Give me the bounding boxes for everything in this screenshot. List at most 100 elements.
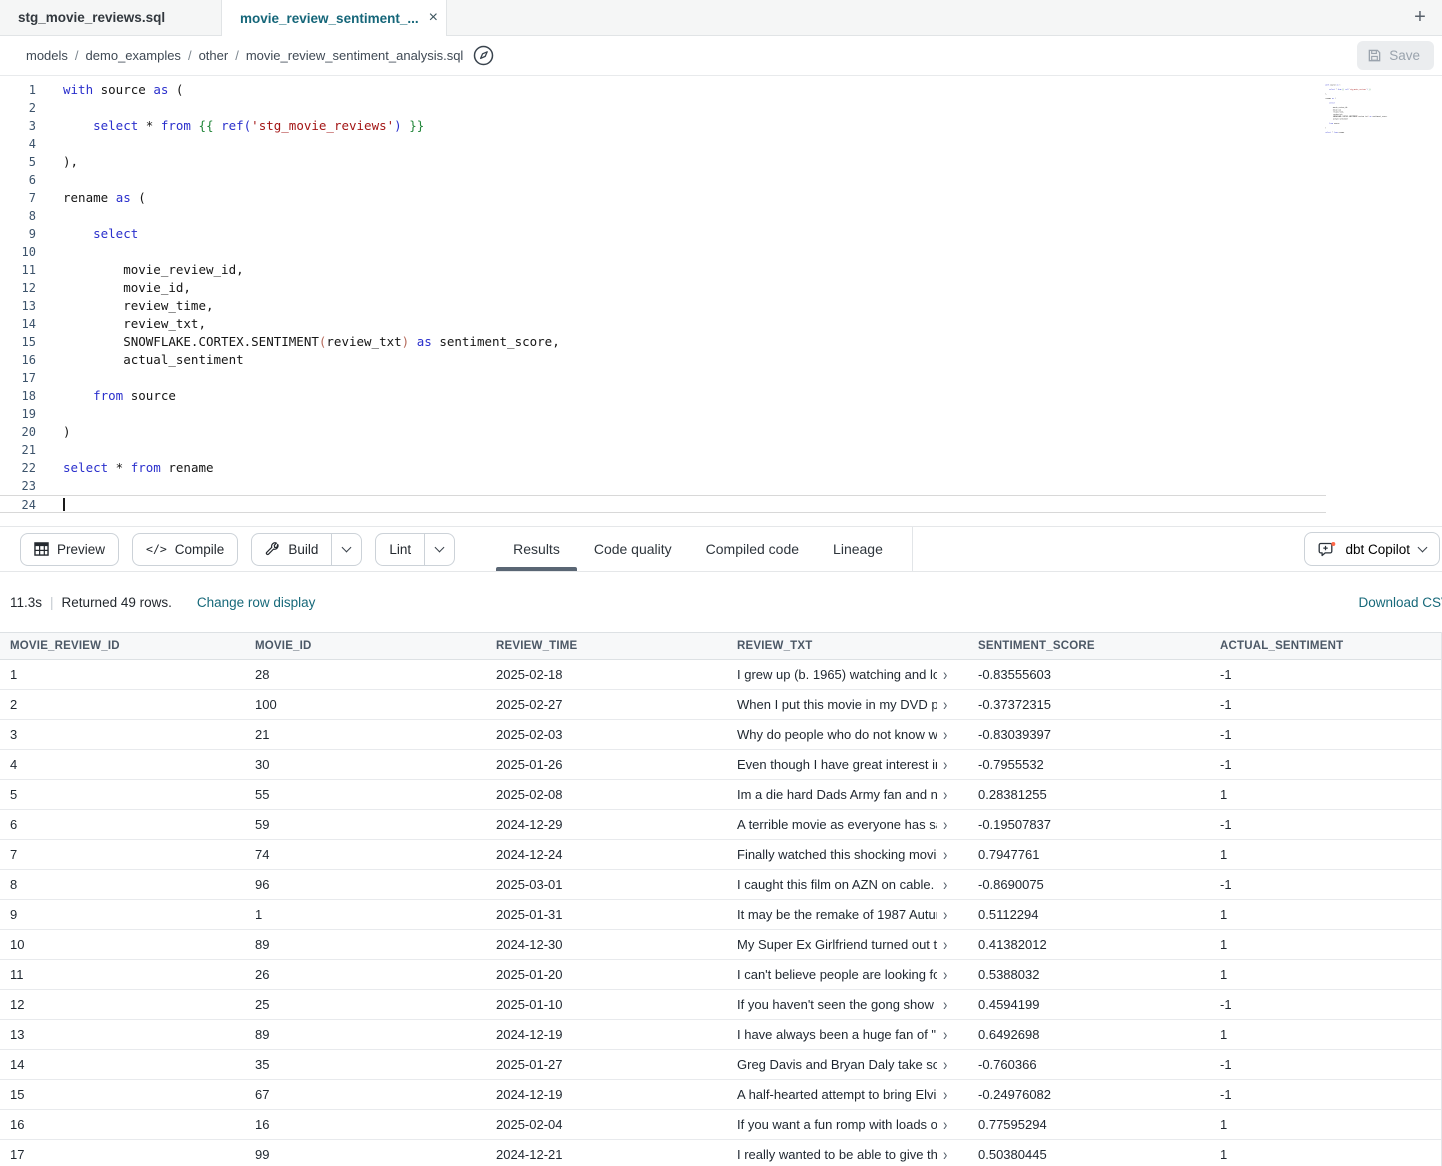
column-header[interactable]: REVIEW_TXT xyxy=(727,640,968,652)
table-cell: 6 xyxy=(0,817,245,832)
line-number: 9 xyxy=(0,225,36,243)
expand-cell-icon[interactable]: › xyxy=(943,787,947,802)
table-cell: 21 xyxy=(245,727,486,742)
table-cell: 2024-12-19 xyxy=(486,1087,727,1102)
file-tab-movie-review-sentiment[interactable]: movie_review_sentiment_... × xyxy=(222,0,447,36)
table-cell: 0.5388032 xyxy=(968,967,1210,982)
review-txt-cell: I caught this film on AZN on cable. It s… xyxy=(727,877,968,892)
line-number: 1 xyxy=(0,81,36,99)
table-cell: -1 xyxy=(1210,727,1441,742)
download-csv-link[interactable]: Download CSV xyxy=(1358,595,1442,610)
line-number: 13 xyxy=(0,297,36,315)
copilot-compass-icon[interactable] xyxy=(473,45,494,66)
code-line: 3 select * from {{ ref('stg_movie_review… xyxy=(0,117,1442,135)
lint-button[interactable]: Lint xyxy=(375,533,455,566)
build-button[interactable]: Build xyxy=(251,533,362,566)
table-cell: 2025-02-27 xyxy=(486,697,727,712)
tab-compiled-code[interactable]: Compiled code xyxy=(689,527,816,571)
code-line: 15 SNOWFLAKE.CORTEX.SENTIMENT(review_txt… xyxy=(0,333,1442,351)
table-cell: -0.7955532 xyxy=(968,757,1210,772)
expand-cell-icon[interactable]: › xyxy=(943,1117,947,1132)
table-cell: 2025-01-10 xyxy=(486,997,727,1012)
table-cell: 16 xyxy=(0,1117,245,1132)
expand-cell-icon[interactable]: › xyxy=(943,847,947,862)
new-tab-button[interactable]: + xyxy=(1398,0,1442,35)
code-line: 9 select xyxy=(0,225,1442,243)
table-cell: 8 xyxy=(0,877,245,892)
expand-cell-icon[interactable]: › xyxy=(943,1087,947,1102)
review-txt-cell: Finally watched this shocking movie la..… xyxy=(727,847,968,862)
expand-cell-icon[interactable]: › xyxy=(943,967,947,982)
query-duration: 11.3s xyxy=(10,595,42,610)
tab-results[interactable]: Results xyxy=(496,527,577,571)
review-txt-cell: I really wanted to be able to give this … xyxy=(727,1147,968,1162)
change-row-display-link[interactable]: Change row display xyxy=(197,595,316,610)
table-row: 17992024-12-21I really wanted to be able… xyxy=(0,1140,1441,1166)
expand-cell-icon[interactable]: › xyxy=(943,727,947,742)
expand-cell-icon[interactable]: › xyxy=(943,757,947,772)
line-number: 19 xyxy=(0,405,36,423)
table-cell: 2025-01-20 xyxy=(486,967,727,982)
expand-cell-icon[interactable]: › xyxy=(943,997,947,1012)
code-line: 5), xyxy=(0,153,1442,171)
breadcrumb-part: movie_review_sentiment_analysis.sql xyxy=(246,48,464,63)
line-number: 15 xyxy=(0,333,36,351)
line-number: 20 xyxy=(0,423,36,441)
expand-cell-icon[interactable]: › xyxy=(943,667,947,682)
code-line: 11 movie_review_id, xyxy=(0,261,1442,279)
expand-cell-icon[interactable]: › xyxy=(943,937,947,952)
table-cell: 16 xyxy=(245,1117,486,1132)
tab-lineage[interactable]: Lineage xyxy=(816,527,900,571)
table-cell: 28 xyxy=(245,667,486,682)
save-floppy-icon xyxy=(1367,48,1382,63)
expand-cell-icon[interactable]: › xyxy=(943,817,947,832)
expand-cell-icon[interactable]: › xyxy=(943,907,947,922)
results-status-row: 11.3s | Returned 49 rows. Change row dis… xyxy=(0,572,1442,632)
column-header[interactable]: MOVIE_ID xyxy=(245,640,486,652)
dbt-copilot-button[interactable]: dbt Copilot xyxy=(1304,532,1440,566)
close-icon[interactable]: × xyxy=(429,10,438,26)
tab-code-quality[interactable]: Code quality xyxy=(577,527,689,571)
column-header[interactable]: SENTIMENT_SCORE xyxy=(968,640,1210,652)
table-cell: 26 xyxy=(245,967,486,982)
table-row: 912025-01-31It may be the remake of 1987… xyxy=(0,900,1441,930)
minimap[interactable]: with source as ( select * from {{ ref('s… xyxy=(1322,84,1404,146)
compile-button[interactable]: </> Compile xyxy=(132,533,238,566)
code-line: 12 movie_id, xyxy=(0,279,1442,297)
expand-cell-icon[interactable]: › xyxy=(943,877,947,892)
save-button[interactable]: Save xyxy=(1357,41,1434,70)
build-dropdown[interactable] xyxy=(331,534,361,565)
table-cell: -1 xyxy=(1210,757,1441,772)
expand-cell-icon[interactable]: › xyxy=(943,1027,947,1042)
table-cell: 0.5112294 xyxy=(968,907,1210,922)
table-cell: -1 xyxy=(1210,697,1441,712)
preview-button[interactable]: Preview xyxy=(20,533,119,566)
column-header[interactable]: REVIEW_TIME xyxy=(486,640,727,652)
table-cell: 2025-03-01 xyxy=(486,877,727,892)
expand-cell-icon[interactable]: › xyxy=(943,697,947,712)
table-cell: 2024-12-24 xyxy=(486,847,727,862)
table-cell: 2024-12-29 xyxy=(486,817,727,832)
table-cell: 25 xyxy=(245,997,486,1012)
breadcrumb-part: other xyxy=(199,48,229,63)
line-number: 8 xyxy=(0,207,36,225)
code-editor[interactable]: 1with source as (23 select * from {{ ref… xyxy=(0,76,1442,526)
lint-dropdown[interactable] xyxy=(424,534,454,565)
table-cell: 2025-01-26 xyxy=(486,757,727,772)
breadcrumb: models/ demo_examples/ other/ movie_revi… xyxy=(26,48,463,63)
file-tab-stg-movie-reviews[interactable]: stg_movie_reviews.sql xyxy=(0,0,222,35)
expand-cell-icon[interactable]: › xyxy=(943,1147,947,1162)
table-cell: 100 xyxy=(245,697,486,712)
table-cell: 59 xyxy=(245,817,486,832)
table-row: 13892024-12-19I have always been a huge … xyxy=(0,1020,1441,1050)
line-number: 7 xyxy=(0,189,36,207)
table-cell: 14 xyxy=(0,1057,245,1072)
breadcrumb-part: demo_examples xyxy=(86,48,181,63)
review-txt-cell: I have always been a huge fan of "Hom...… xyxy=(727,1027,968,1042)
column-header[interactable]: MOVIE_REVIEW_ID xyxy=(0,640,245,652)
table-cell: 1 xyxy=(1210,787,1441,802)
expand-cell-icon[interactable]: › xyxy=(943,1057,947,1072)
column-header[interactable]: ACTUAL_SENTIMENT xyxy=(1210,640,1441,652)
table-cell: -0.760366 xyxy=(968,1057,1210,1072)
line-number: 14 xyxy=(0,315,36,333)
